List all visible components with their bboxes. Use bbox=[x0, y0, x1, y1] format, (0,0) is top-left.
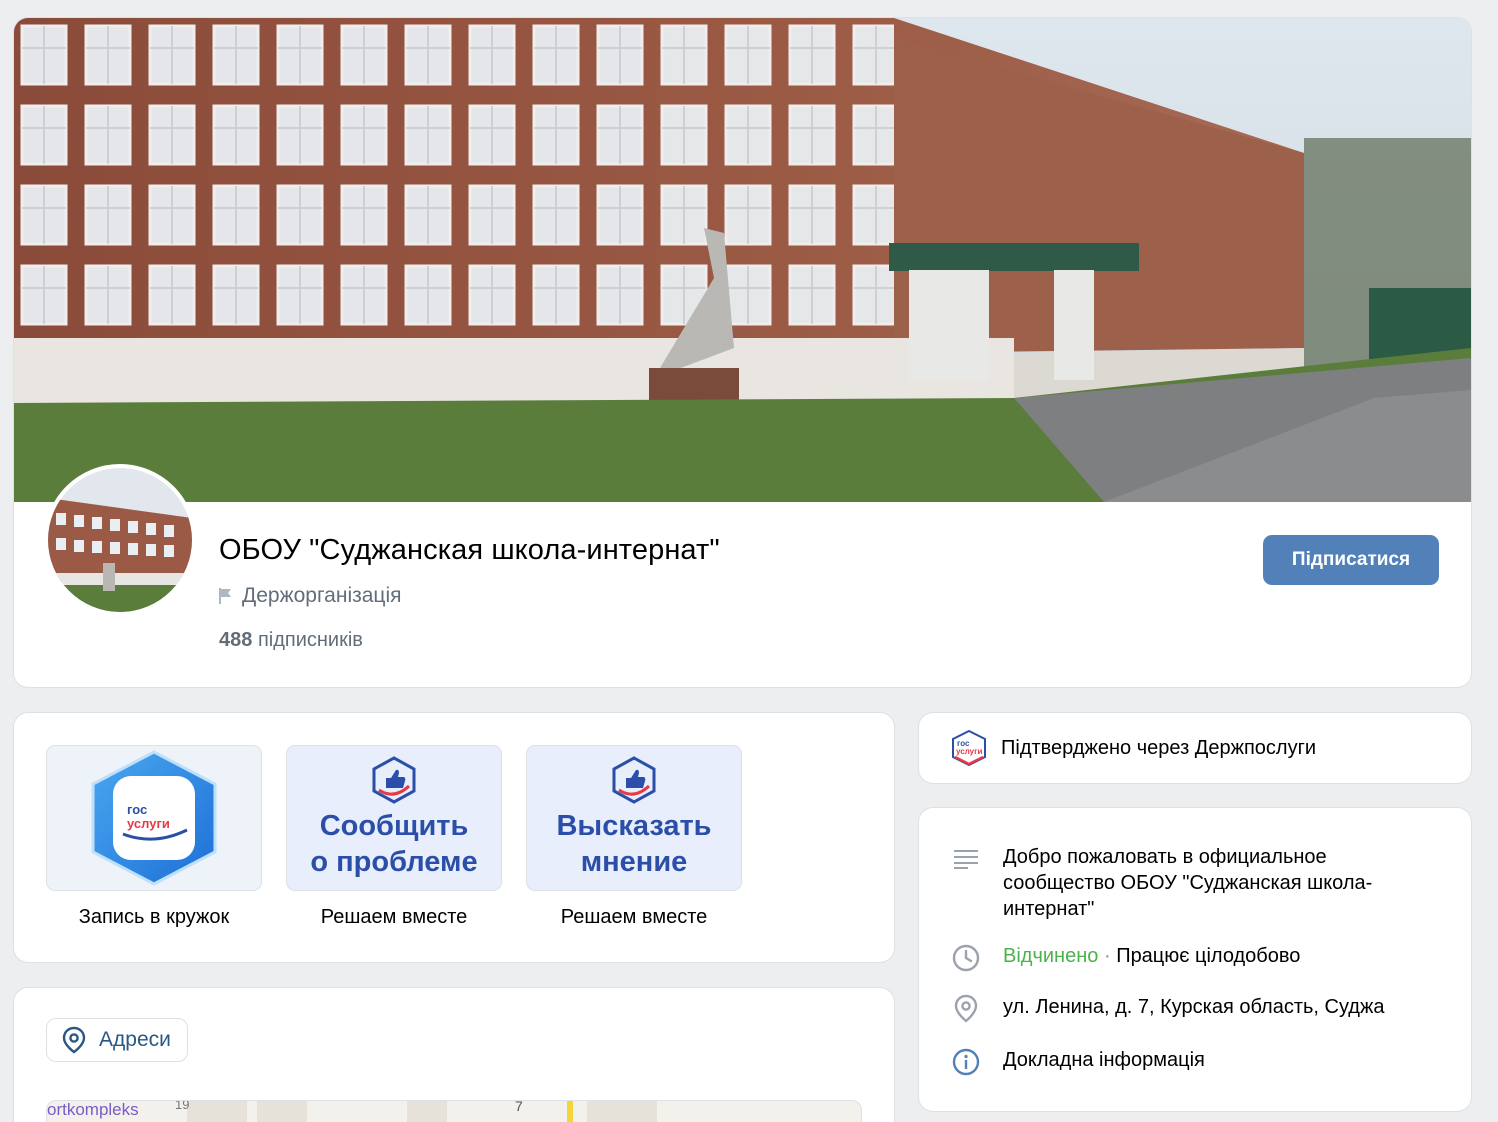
map-place-label: ortkompleks bbox=[47, 1100, 139, 1119]
details-row[interactable]: Докладна інформація bbox=[951, 1047, 1205, 1077]
description-row: Добро пожаловать в официальное сообществ… bbox=[951, 844, 1423, 922]
gosuslugi-logo-top: гос bbox=[127, 802, 147, 817]
gosuslugi-logo-icon: гос услуги bbox=[91, 750, 217, 886]
services-block: гос услуги Запись в кружок Сообщить о пр… bbox=[14, 713, 894, 962]
tile-title-line1: Высказать bbox=[556, 810, 712, 842]
verified-text: Підтверджено через Держпослуги bbox=[1001, 736, 1317, 759]
tile-title-line2: о проблеме bbox=[310, 846, 478, 878]
status-separator: · bbox=[1103, 945, 1111, 967]
hours-row[interactable]: Відчинено · Працює цілодобово bbox=[951, 943, 1300, 973]
tile-title-line2: мнение bbox=[580, 846, 688, 878]
open-status: Відчинено bbox=[1003, 945, 1099, 967]
tile-title-line1: Сообщить bbox=[319, 810, 469, 842]
verified-logo-bottom: услуги bbox=[956, 747, 982, 756]
map-house-number: 19 bbox=[175, 1100, 190, 1112]
community-avatar[interactable] bbox=[44, 464, 196, 616]
service-tile-gosuslugi[interactable]: гос услуги Запись в кружок bbox=[46, 745, 262, 929]
service-tile-report-problem[interactable]: Сообщить о проблеме Решаем вместе bbox=[286, 745, 502, 929]
service-tile-label: Решаем вместе bbox=[320, 906, 468, 928]
subscribe-button[interactable]: Підписатися bbox=[1263, 535, 1439, 585]
text-lines-icon bbox=[954, 850, 978, 869]
community-type: Держорганізація bbox=[218, 584, 402, 608]
subscribers-count[interactable]: 488 підписників bbox=[219, 629, 363, 652]
service-tile-image: Высказать мнение bbox=[526, 745, 742, 891]
service-tile-image: гос услуги bbox=[46, 745, 262, 891]
community-header: ОБОУ "Суджанская школа-интернат" Держорг… bbox=[14, 18, 1471, 687]
service-tile-express-opinion[interactable]: Высказать мнение Решаем вместе bbox=[526, 745, 742, 929]
map-house-number: 7 bbox=[515, 1100, 523, 1114]
community-type-label: Держорганізація bbox=[242, 584, 402, 607]
address-row[interactable]: ул. Ленина, д. 7, Курская область, Суджа bbox=[951, 994, 1384, 1024]
working-hours: Працює цілодобово bbox=[1116, 945, 1301, 967]
community-description: Добро пожаловать в официальное сообществ… bbox=[1003, 846, 1373, 920]
service-tile-label: Запись в кружок bbox=[78, 906, 230, 928]
addresses-tab-label: Адреси bbox=[99, 1028, 171, 1051]
thumbs-up-icon bbox=[612, 756, 656, 804]
map-tiles bbox=[187, 1101, 657, 1122]
service-tile-image: Сообщить о проблеме bbox=[286, 745, 502, 891]
address-link[interactable]: ул. Ленина, д. 7, Курская область, Суджа bbox=[1003, 994, 1384, 1020]
clock-icon bbox=[952, 944, 980, 972]
thumbs-up-icon bbox=[372, 756, 416, 804]
addresses-block: Адреси ortkompleks 19 7 bbox=[14, 988, 894, 1122]
address-map[interactable]: ortkompleks 19 7 bbox=[46, 1100, 862, 1122]
map-pin-icon bbox=[62, 1026, 86, 1054]
community-name: ОБОУ "Суджанская школа-интернат" bbox=[219, 534, 720, 566]
map-pin-icon bbox=[954, 994, 978, 1023]
subscribers-label: підписників bbox=[257, 629, 363, 651]
addresses-tab[interactable]: Адреси bbox=[46, 1018, 188, 1062]
gosuslugi-verified-icon: гос услуги bbox=[952, 729, 986, 767]
info-icon bbox=[952, 1048, 980, 1076]
gosuslugi-logo-bottom: услуги bbox=[127, 816, 170, 831]
service-tile-label: Решаем вместе bbox=[560, 906, 708, 928]
cover-image bbox=[14, 18, 1471, 502]
community-info-block: Добро пожаловать в официальное сообществ… bbox=[919, 808, 1471, 1111]
subscribers-number: 488 bbox=[219, 629, 253, 651]
details-link[interactable]: Докладна інформація bbox=[1003, 1047, 1205, 1073]
verified-block[interactable]: гос услуги Підтверджено через Держпослуг… bbox=[919, 713, 1471, 783]
flag-icon bbox=[219, 588, 231, 604]
